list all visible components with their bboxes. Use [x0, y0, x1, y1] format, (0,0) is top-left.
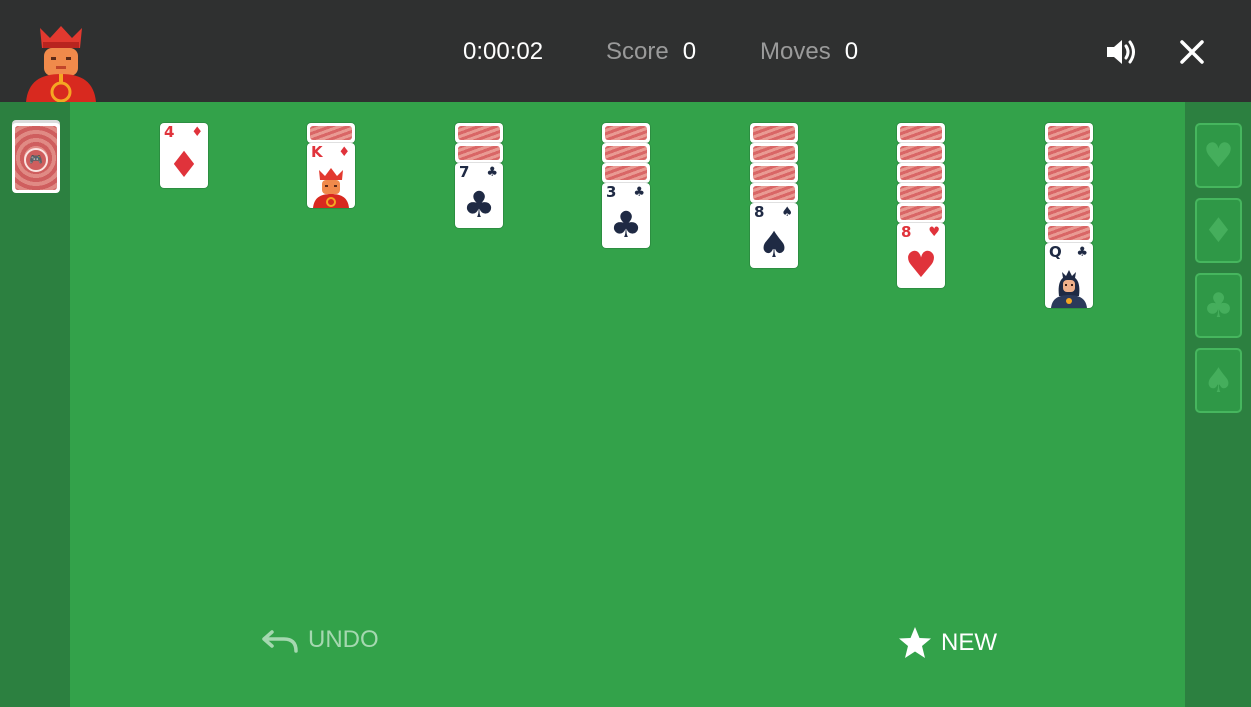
gamepad-icon: 🎮: [24, 148, 48, 172]
card-back-pattern: [458, 126, 500, 140]
card-back-pattern: [605, 126, 647, 140]
moves-value: 0: [844, 38, 859, 65]
card-back-pattern: [458, 146, 500, 160]
card-back-pattern: [753, 166, 795, 180]
top-bar: 0:00:02 Score 0 Moves 0: [0, 0, 1251, 103]
tableau-card-2[interactable]: K ♦: [307, 143, 355, 208]
star-icon: [899, 627, 931, 658]
card-suit-small: ♦: [338, 145, 350, 160]
card-back-pattern: [900, 206, 942, 220]
card-suit-large: ♠: [757, 225, 791, 266]
tableau-card-5[interactable]: 8 ♠ ♠: [750, 203, 798, 268]
card-back-pattern: [753, 146, 795, 160]
card-suit-small: ♦: [191, 125, 203, 140]
score-value: 0: [682, 38, 697, 65]
card-face-down: [897, 123, 945, 143]
card-suit-small: ♣: [486, 165, 498, 180]
card-suit-large: ♦: [167, 145, 201, 186]
card-rank: 7: [459, 163, 470, 181]
card-face-down: [455, 123, 503, 143]
card-back-pattern: [753, 186, 795, 200]
tableau-card-6[interactable]: 8 ♥ ♥: [897, 223, 945, 288]
close-icon[interactable]: [1174, 34, 1210, 70]
card-back-pattern: [900, 186, 942, 200]
undo-icon: [262, 630, 298, 653]
moves-label: Moves: [760, 38, 831, 65]
card-back-pattern: [1048, 146, 1090, 160]
card-face-down: [1045, 183, 1093, 203]
tableau-card-3[interactable]: 7 ♣ ♣: [455, 163, 503, 228]
card-face-down: [602, 163, 650, 183]
club-icon: ♣: [1203, 286, 1234, 326]
card-face-down: [602, 143, 650, 163]
card-back-pattern: [900, 146, 942, 160]
spade-icon: ♠: [1203, 361, 1234, 401]
new-game-button[interactable]: NEW: [897, 626, 997, 660]
tableau-card-4[interactable]: 3 ♣ ♣: [602, 183, 650, 248]
card-rank: 8: [754, 203, 765, 221]
timer: 0:00:02: [463, 38, 544, 65]
card-face-down: [750, 163, 798, 183]
card-back-pattern: [753, 126, 795, 140]
foundation-diamonds[interactable]: ♦: [1195, 198, 1242, 263]
card-back-pattern: [900, 166, 942, 180]
card-back-pattern: [1048, 166, 1090, 180]
king-face-icon: [311, 166, 351, 208]
card-back-pattern: [1048, 126, 1090, 140]
score: Score 0: [606, 38, 696, 66]
speaker-icon[interactable]: [1104, 34, 1140, 70]
card-rank: 3: [606, 183, 617, 201]
card-back-pattern: [605, 146, 647, 160]
card-face-down: [1045, 203, 1093, 223]
card-suit-small: ♥: [928, 225, 940, 240]
foundation-clubs[interactable]: ♣: [1195, 273, 1242, 338]
moves: Moves 0: [760, 38, 858, 66]
queen-face-icon: [1049, 266, 1089, 308]
card-rank: Q: [1049, 243, 1062, 261]
card-face-down: [897, 143, 945, 163]
heart-icon: ♥: [1203, 136, 1234, 176]
card-face-down: [897, 183, 945, 203]
card-face-down: [1045, 143, 1093, 163]
card-face-down: [750, 143, 798, 163]
card-face-down: [307, 123, 355, 143]
card-face-down: [897, 203, 945, 223]
score-label: Score: [606, 38, 669, 65]
card-rank: 8: [901, 223, 912, 241]
card-face-down: [897, 163, 945, 183]
new-game-label: NEW: [941, 629, 997, 656]
card-face-down: [750, 183, 798, 203]
card-suit-small: ♣: [1076, 245, 1088, 260]
card-face-down: [1045, 123, 1093, 143]
tableau-card-7[interactable]: Q ♣: [1045, 243, 1093, 308]
card-face-down: [602, 123, 650, 143]
king-avatar-icon: [22, 26, 100, 103]
card-back-pattern: [605, 166, 647, 180]
card-suit-large: ♥: [904, 245, 938, 286]
card-suit-large: ♣: [609, 205, 643, 246]
card-face-down: [750, 123, 798, 143]
undo-button[interactable]: UNDO: [262, 626, 379, 654]
card-back-pattern: [1048, 186, 1090, 200]
tableau-card-1[interactable]: 4 ♦ ♦: [160, 123, 208, 188]
card-back-pattern: [900, 126, 942, 140]
diamond-icon: ♦: [1203, 211, 1234, 251]
card-suit-small: ♣: [633, 185, 645, 200]
foundation-hearts[interactable]: ♥: [1195, 123, 1242, 188]
card-face-down: [1045, 163, 1093, 183]
stock-pile[interactable]: 🎮: [12, 123, 60, 193]
undo-label: UNDO: [308, 626, 379, 653]
card-suit-large: ♣: [462, 185, 496, 226]
card-suit-small: ♠: [781, 205, 793, 220]
card-back-pattern: [310, 126, 352, 140]
card-face-down: [455, 143, 503, 163]
card-rank: K: [311, 143, 323, 161]
card-back-pattern: [1048, 206, 1090, 220]
card-face-down: [1045, 223, 1093, 243]
card-back-pattern: [1048, 226, 1090, 240]
foundation-spades[interactable]: ♠: [1195, 348, 1242, 413]
card-rank: 4: [164, 123, 175, 141]
